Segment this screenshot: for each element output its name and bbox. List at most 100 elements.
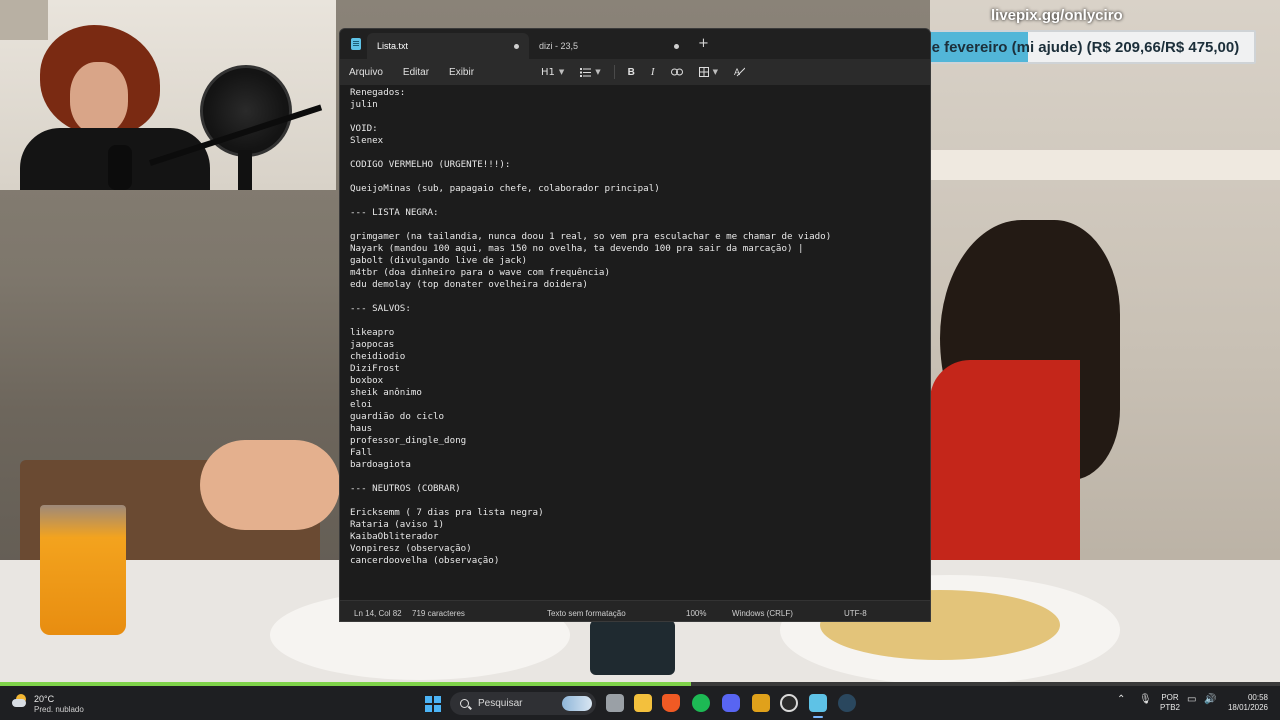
editor-line[interactable]: VOID: bbox=[350, 123, 930, 135]
brave-browser-icon[interactable] bbox=[662, 694, 680, 712]
table-dropdown[interactable]: ▼ bbox=[694, 62, 723, 82]
editor-line[interactable]: guardião do ciclo bbox=[350, 411, 930, 423]
cursor-position: Ln 14, Col 82 bbox=[354, 609, 402, 618]
editor-line[interactable]: Renegados: bbox=[350, 87, 930, 99]
menu-file[interactable]: Arquivo bbox=[340, 67, 393, 78]
steam-icon[interactable] bbox=[838, 694, 856, 712]
editor-line[interactable]: haus bbox=[350, 423, 930, 435]
clock[interactable]: 00:58 18/01/2026 bbox=[1226, 693, 1268, 713]
editor-line[interactable]: edu demolay (top donater ovelheira doide… bbox=[350, 279, 930, 291]
livepix-url: livepix.gg/onlyciro bbox=[991, 7, 1123, 24]
background-juice-glass bbox=[40, 505, 126, 635]
editor-line[interactable]: Fall bbox=[350, 447, 930, 459]
spotify-icon[interactable] bbox=[692, 694, 710, 712]
unsaved-dot-icon[interactable] bbox=[514, 43, 519, 49]
chevron-up-icon[interactable]: ⌃ bbox=[1117, 694, 1125, 705]
editor-line[interactable]: gabolt (divulgando live de jack) bbox=[350, 255, 930, 267]
new-tab-button[interactable]: + bbox=[698, 36, 709, 51]
volume-icon[interactable]: 🔊 bbox=[1204, 694, 1216, 705]
editor-line[interactable]: DiziFrost bbox=[350, 363, 930, 375]
format-status: Texto sem formatação bbox=[547, 609, 626, 618]
search-icon bbox=[460, 699, 469, 708]
clear-formatting-button[interactable]: A bbox=[729, 62, 750, 82]
editor-line[interactable]: --- NEUTROS (COBRAR) bbox=[350, 483, 930, 495]
format-toolbar: H1 ▼ ▼ B I ▼ A bbox=[536, 59, 750, 85]
search-input[interactable]: Pesquisar bbox=[450, 692, 596, 715]
tab-label: Lista.txt bbox=[377, 41, 409, 51]
weather-description[interactable]: Pred. nublado bbox=[34, 705, 84, 714]
editor-line[interactable]: KaibaObliterador bbox=[350, 531, 930, 543]
editor-line[interactable]: eloi bbox=[350, 399, 930, 411]
webcam-fan-stand bbox=[238, 150, 252, 190]
unsaved-dot-icon[interactable] bbox=[674, 43, 679, 49]
menu-view[interactable]: Exibir bbox=[439, 67, 484, 78]
editor-line[interactable]: bardoagiota bbox=[350, 459, 930, 471]
line-ending: Windows (CRLF) bbox=[732, 609, 793, 618]
editor-line[interactable]: CODIGO VERMELHO (URGENTE!!!): bbox=[350, 159, 930, 171]
weather-temperature[interactable]: 20°C bbox=[34, 694, 54, 704]
title-bar[interactable]: Lista.txt dizi - 23,5 + bbox=[340, 29, 930, 59]
bold-button[interactable]: B bbox=[623, 62, 640, 82]
editor-line[interactable] bbox=[350, 219, 930, 231]
editor-line[interactable]: likeapro bbox=[350, 327, 930, 339]
tab-dizi[interactable]: dizi - 23,5 bbox=[529, 33, 689, 59]
editor-line[interactable]: julin bbox=[350, 99, 930, 111]
editor-line[interactable]: cancerdoovelha (observação) bbox=[350, 555, 930, 567]
tab-lista[interactable]: Lista.txt bbox=[367, 33, 529, 59]
editor-line[interactable]: Ericksemm ( 7 dias pra lista negra) bbox=[350, 507, 930, 519]
editor-line[interactable]: --- LISTA NEGRA: bbox=[350, 207, 930, 219]
background-phone bbox=[590, 620, 675, 675]
editor-line[interactable]: Slenex bbox=[350, 135, 930, 147]
char-count: 719 caracteres bbox=[412, 609, 465, 618]
editor-line[interactable]: Nayark (mandou 100 aqui, mas 150 no ovel… bbox=[350, 243, 930, 255]
heading-label: H1 bbox=[541, 66, 555, 78]
menu-edit[interactable]: Editar bbox=[393, 67, 439, 78]
search-placeholder: Pesquisar bbox=[478, 698, 523, 709]
editor-line[interactable] bbox=[350, 147, 930, 159]
language-indicator[interactable]: POR PTB2 bbox=[1160, 693, 1180, 713]
text-editor[interactable]: Renegados: julin VOID: Slenex CODIGO VERMELH… bbox=[340, 85, 930, 600]
editor-line[interactable]: jaopocas bbox=[350, 339, 930, 351]
editor-line[interactable]: QueijoMinas (sub, papagaio chefe, colabo… bbox=[350, 183, 930, 195]
network-icon[interactable]: ▭ bbox=[1187, 694, 1196, 705]
editor-line[interactable] bbox=[350, 495, 930, 507]
microphone-icon[interactable]: 🎙 bbox=[1139, 694, 1152, 705]
link-icon bbox=[670, 68, 683, 76]
chevron-down-icon: ▼ bbox=[595, 68, 601, 76]
link-button[interactable] bbox=[666, 62, 688, 82]
editor-line[interactable]: --- SALVOS: bbox=[350, 303, 930, 315]
notepad-window[interactable]: Lista.txt dizi - 23,5 + Arquivo Editar E… bbox=[339, 28, 931, 622]
editor-line[interactable]: boxbox bbox=[350, 375, 930, 387]
editor-line[interactable]: m4tbr (doa dinheiro para o wave com freq… bbox=[350, 267, 930, 279]
table-icon bbox=[698, 67, 709, 77]
editor-line[interactable]: professor_dingle_dong bbox=[350, 435, 930, 447]
editor-line[interactable] bbox=[350, 315, 930, 327]
app-icon[interactable] bbox=[752, 694, 770, 712]
notepad-icon bbox=[351, 38, 361, 50]
start-button[interactable] bbox=[425, 696, 441, 712]
notepad-taskbar-icon[interactable] bbox=[809, 694, 827, 712]
tab-label: dizi - 23,5 bbox=[539, 41, 579, 51]
status-bar: Ln 14, Col 82 719 caracteres Texto sem f… bbox=[340, 600, 930, 621]
editor-line[interactable] bbox=[350, 291, 930, 303]
list-dropdown[interactable]: ▼ bbox=[575, 62, 605, 82]
task-view-icon[interactable] bbox=[606, 694, 624, 712]
heading-dropdown[interactable]: H1 ▼ bbox=[536, 62, 569, 82]
editor-line[interactable] bbox=[350, 195, 930, 207]
weather-icon[interactable] bbox=[12, 694, 28, 708]
editor-line[interactable] bbox=[350, 171, 930, 183]
discord-icon[interactable] bbox=[722, 694, 740, 712]
time: 00:58 bbox=[1247, 693, 1268, 702]
editor-line[interactable]: Rataria (aviso 1) bbox=[350, 519, 930, 531]
obs-icon[interactable] bbox=[780, 694, 798, 712]
editor-line[interactable]: cheidiodio bbox=[350, 351, 930, 363]
editor-line[interactable]: Vonpiresz (observação) bbox=[350, 543, 930, 555]
editor-line[interactable]: grimgamer (na tailandia, nunca doou 1 re… bbox=[350, 231, 930, 243]
zoom-level[interactable]: 100% bbox=[686, 609, 706, 618]
editor-line[interactable] bbox=[350, 111, 930, 123]
italic-button[interactable]: I bbox=[646, 62, 660, 82]
webcam-microphone bbox=[108, 145, 132, 190]
editor-line[interactable] bbox=[350, 471, 930, 483]
file-explorer-icon[interactable] bbox=[634, 694, 652, 712]
editor-line[interactable]: sheik anônimo bbox=[350, 387, 930, 399]
